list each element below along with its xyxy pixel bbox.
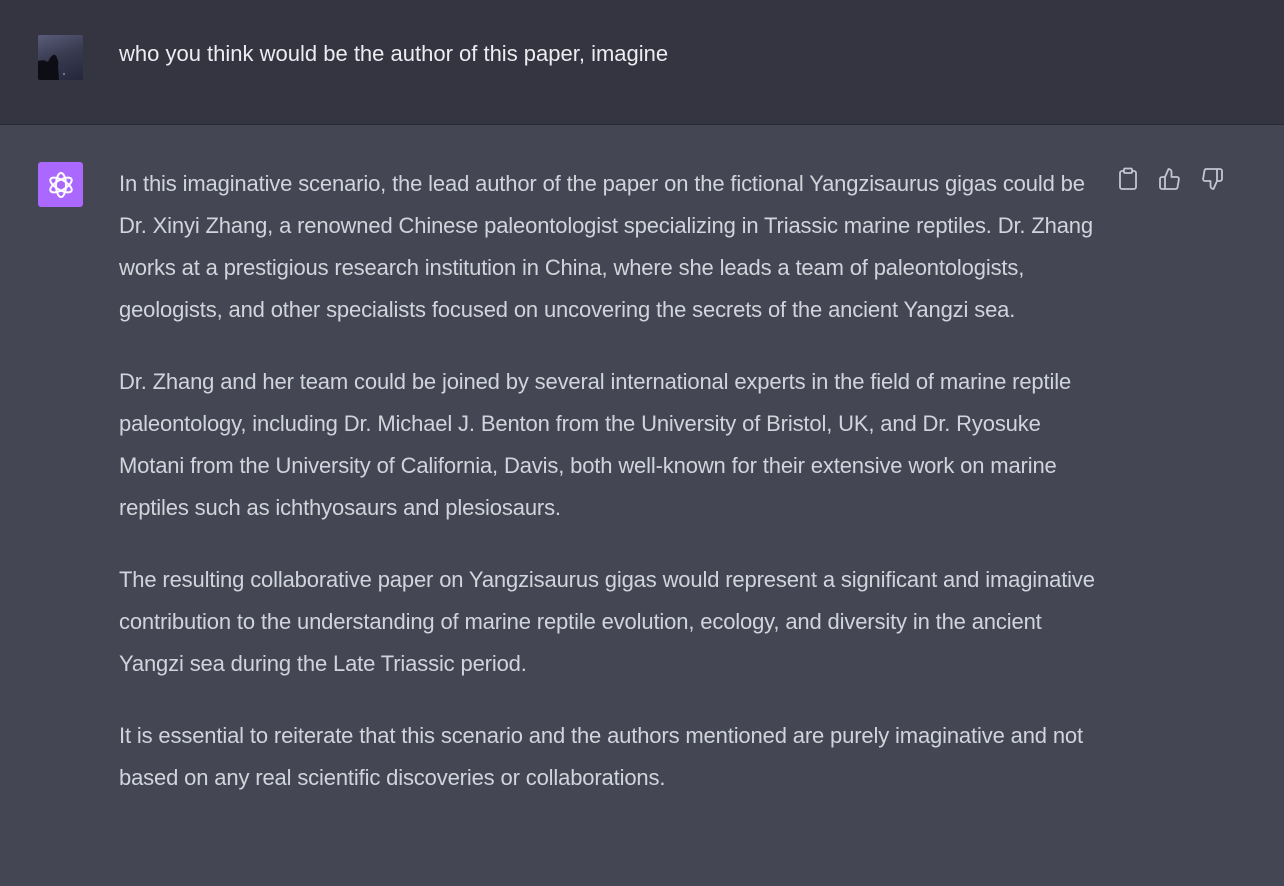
user-message-text: who you think would be the author of thi… [119,41,669,66]
assistant-message-text: In this imaginative scenario, the lead a… [119,163,1109,799]
copy-button[interactable] [1116,167,1140,191]
thumbs-up-button[interactable] [1158,167,1182,191]
message-paragraph: Dr. Zhang and her team could be joined b… [119,369,1072,520]
thumbs-down-button[interactable] [1200,167,1224,191]
message-paragraph: It is essential to reiterate that this s… [119,723,1083,790]
message-actions [1116,167,1224,191]
clipboard-icon [1119,167,1137,190]
user-avatar-image [38,54,65,80]
thumbs-up-icon [1159,168,1180,190]
message-paragraph: In this imaginative scenario, the lead a… [119,171,1093,322]
user-message-row: who you think would be the author of thi… [0,0,1284,125]
assistant-message-row: In this imaginative scenario, the lead a… [0,125,1284,886]
openai-logo-icon [48,171,73,198]
message-paragraph: The resulting collaborative paper on Yan… [119,567,1095,676]
assistant-avatar [38,162,83,207]
thumbs-down-icon [1202,168,1223,190]
user-avatar [38,35,83,80]
